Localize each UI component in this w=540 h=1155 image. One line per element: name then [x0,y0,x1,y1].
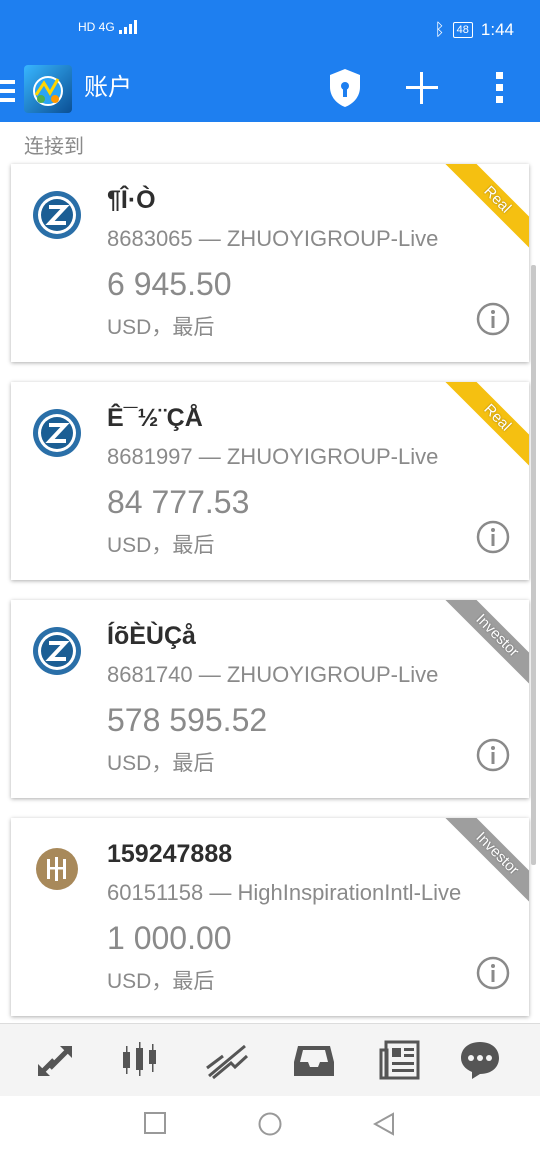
nav-chat[interactable] [458,1038,502,1082]
signal-icon [118,20,137,34]
clock: 1:44 [480,20,514,39]
more-options-button[interactable] [493,70,507,111]
nav-history[interactable] [292,1038,336,1082]
network-label: HD 4G [78,20,115,34]
bluetooth-icon: ᛒ [434,20,445,39]
account-server: 60151158 — HighInspirationIntl-Live [107,880,462,905]
page-title: 账户 [84,74,132,101]
menu-button[interactable] [0,72,16,112]
metatrader-logo-icon [33,76,63,106]
nav-trade[interactable] [205,1038,249,1082]
more-vertical-icon [496,72,503,103]
shield-lock-button[interactable] [328,67,362,114]
chart-candles-icon [123,1042,156,1076]
nav-charts[interactable] [118,1038,162,1082]
account-name: ¶Î·Ò [107,186,156,214]
home-button[interactable] [258,1112,282,1141]
info-icon[interactable] [476,520,510,554]
app-bar: 账户 [0,62,540,122]
zhuoyi-logo-icon [33,627,81,675]
account-server: 8681740 — ZHUOYIGROUP-Live [107,662,439,687]
account-balance: 578 595.52 [107,702,268,738]
account-name: 159247888 [107,840,233,868]
info-icon[interactable] [476,738,510,772]
account-balance: 6 945.50 [107,266,232,302]
zhuoyi-logo-icon [33,409,81,457]
history-inbox-icon [294,1046,334,1076]
highinspiration-logo-icon [36,848,78,890]
account-name: Ê¯½¨ÇÅ [107,404,203,432]
zhuoyi-logo-icon [33,191,81,239]
account-currency: USD，最后 [107,534,215,557]
status-bar: HD 4G ᛒ 48 1:44 [0,0,540,62]
bottom-nav [0,1023,540,1096]
add-account-button[interactable] [404,70,440,111]
account-currency: USD，最后 [107,316,215,339]
quotes-icon [38,1046,72,1076]
account-server: 8683065 — ZHUOYIGROUP-Live [107,226,439,251]
back-triangle-icon [372,1112,394,1136]
real-badge: Real [443,164,529,254]
nav-quotes[interactable] [34,1038,78,1082]
account-balance: 84 777.53 [107,484,250,520]
back-button[interactable] [372,1112,395,1141]
account-card[interactable]: ¶Î·Ò 8683065 — ZHUOYIGROUP-Live 6 945.50… [11,164,529,362]
account-balance: 1 000.00 [107,920,232,956]
real-badge: Real [443,382,529,472]
account-name: ÍõÈÙÇå [107,622,196,650]
section-label-connected: 连接到 [24,136,84,158]
recents-square-icon [144,1112,166,1134]
system-nav-bar [0,1096,540,1155]
account-currency: USD，最后 [107,970,215,993]
scrollbar[interactable] [531,265,536,865]
chat-icon [461,1042,499,1079]
home-circle-icon [258,1112,282,1136]
account-server: 8681997 — ZHUOYIGROUP-Live [107,444,439,469]
account-card[interactable]: Ê¯½¨ÇÅ 8681997 — ZHUOYIGROUP-Live 84 777… [11,382,529,580]
shield-lock-icon [330,69,360,107]
info-icon[interactable] [476,302,510,336]
account-card[interactable]: 159247888 60151158 — HighInspirationIntl… [11,818,529,1016]
battery-icon: 48 [452,22,473,38]
account-card[interactable]: ÍõÈÙÇå 8681740 — ZHUOYIGROUP-Live 578 59… [11,600,529,798]
info-icon[interactable] [476,956,510,990]
account-currency: USD，最后 [107,752,215,775]
app-logo [24,65,72,113]
investor-badge: Investor [443,600,529,690]
recents-button[interactable] [144,1112,166,1139]
network-indicator: HD 4G [78,20,141,34]
trade-icon [206,1044,249,1080]
nav-news[interactable] [378,1038,422,1082]
news-icon [379,1040,420,1080]
plus-icon [406,72,438,104]
